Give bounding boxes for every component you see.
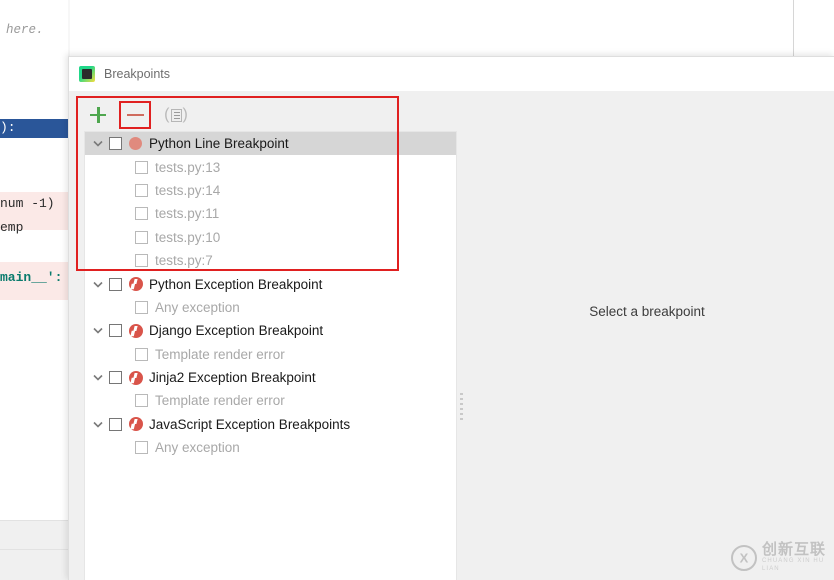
tree-item-breakpoint[interactable]: Any exception (85, 436, 456, 459)
watermark-cn-text: 创新互联 (762, 541, 827, 558)
screen-root: here. ): num -1) emp main__': Breakpoint… (0, 0, 834, 580)
dialog-title-bar: Breakpoints (69, 57, 834, 91)
tree-item-breakpoint[interactable]: tests.py:7 (85, 249, 456, 272)
chevron-down-icon[interactable] (87, 327, 109, 334)
breakpoints-dialog: Breakpoints ( ) Python Line Breakpoint t… (68, 56, 834, 580)
item-checkbox[interactable] (135, 183, 148, 197)
watermark-logo-icon (731, 544, 757, 571)
tree-item-label: tests.py:7 (155, 253, 213, 269)
editor-footer-band-2 (0, 549, 68, 580)
panel-splitter[interactable] (457, 131, 467, 580)
plus-icon (89, 106, 107, 124)
pycharm-icon (79, 66, 95, 82)
editor-code-fragment: main__': (0, 270, 63, 285)
chevron-down-icon[interactable] (87, 374, 109, 381)
tree-item-breakpoint[interactable]: Template render error (85, 343, 456, 366)
watermark: 创新互联 CHUANG XIN HU LIAN (731, 542, 834, 573)
tree-item-label: tests.py:10 (155, 229, 221, 245)
tree-group-label: Jinja2 Exception Breakpoint (149, 370, 316, 386)
chevron-down-icon[interactable] (87, 421, 109, 428)
item-checkbox[interactable] (135, 207, 148, 221)
tree-item-breakpoint[interactable]: tests.py:11 (85, 202, 456, 225)
tree-group-jinja2-exception-breakpoint[interactable]: Jinja2 Exception Breakpoint (85, 366, 456, 389)
item-checkbox[interactable] (135, 160, 148, 174)
view-source-button[interactable]: ( ) (163, 104, 189, 126)
editor-code-fragment: emp (0, 220, 24, 235)
exception-breakpoint-icon (129, 323, 143, 338)
breakpoints-tree[interactable]: Python Line Breakpoint tests.py:13 tests… (84, 131, 457, 580)
editor-comment-text: here. (6, 23, 44, 37)
splitter-grip-icon (460, 393, 463, 425)
tree-group-django-exception-breakpoint[interactable]: Django Exception Breakpoint (85, 319, 456, 342)
detail-empty-message: Select a breakpoint (589, 303, 705, 319)
paren-right: ) (182, 106, 188, 123)
minus-icon (126, 113, 144, 117)
exception-breakpoint-icon (129, 370, 143, 385)
tree-group-javascript-exception-breakpoints[interactable]: JavaScript Exception Breakpoints (85, 413, 456, 436)
tree-item-breakpoint[interactable]: Any exception (85, 296, 456, 319)
exception-breakpoint-icon (129, 417, 143, 432)
tree-item-label: Template render error (155, 346, 285, 362)
tree-group-python-exception-breakpoint[interactable]: Python Exception Breakpoint (85, 272, 456, 295)
editor-vertical-divider (793, 0, 794, 56)
group-checkbox[interactable] (109, 137, 122, 151)
tree-group-label: Python Exception Breakpoint (149, 276, 323, 292)
tree-group-label: Django Exception Breakpoint (149, 323, 324, 339)
tree-item-breakpoint[interactable]: tests.py:14 (85, 179, 456, 202)
item-checkbox[interactable] (135, 230, 148, 244)
tree-group-label: JavaScript Exception Breakpoints (149, 416, 351, 432)
tree-item-label: Template render error (155, 393, 285, 409)
breakpoints-toolbar: ( ) (83, 99, 827, 131)
document-icon (170, 108, 182, 122)
item-checkbox[interactable] (135, 300, 148, 314)
tree-item-label: Any exception (155, 440, 240, 456)
editor-selected-code: ): (0, 120, 16, 135)
item-checkbox[interactable] (135, 441, 148, 455)
group-checkbox[interactable] (109, 277, 122, 291)
item-checkbox[interactable] (135, 254, 148, 268)
group-checkbox[interactable] (109, 417, 122, 431)
tree-group-python-line-breakpoint[interactable]: Python Line Breakpoint (85, 132, 456, 156)
chevron-down-icon[interactable] (87, 281, 109, 288)
tree-item-label: tests.py:11 (155, 206, 220, 222)
watermark-en-text: CHUANG XIN HU LIAN (762, 557, 825, 572)
tree-item-breakpoint[interactable]: tests.py:10 (85, 226, 456, 249)
breakpoint-dot-icon (129, 137, 142, 151)
paren-left: ( (164, 106, 170, 123)
group-checkbox[interactable] (109, 371, 122, 385)
tree-group-label: Python Line Breakpoint (149, 136, 289, 152)
tree-item-label: Any exception (155, 299, 240, 315)
item-checkbox[interactable] (135, 394, 148, 408)
group-checkbox[interactable] (109, 324, 122, 338)
exception-breakpoint-icon (129, 277, 143, 292)
tree-item-label: tests.py:13 (155, 159, 221, 175)
chevron-down-icon[interactable] (87, 140, 109, 147)
breakpoint-detail-panel: Select a breakpoint (467, 131, 827, 580)
tree-item-breakpoint[interactable]: Template render error (85, 389, 456, 412)
tree-item-label: tests.py:14 (155, 182, 221, 198)
dialog-title-text: Breakpoints (104, 67, 171, 81)
editor-code-fragment: num -1) (0, 196, 55, 211)
tree-item-breakpoint[interactable]: tests.py:13 (85, 155, 456, 178)
editor-footer-band-1 (0, 520, 68, 549)
remove-breakpoint-button[interactable] (119, 101, 151, 129)
item-checkbox[interactable] (135, 347, 148, 361)
add-breakpoint-button[interactable] (83, 102, 113, 128)
